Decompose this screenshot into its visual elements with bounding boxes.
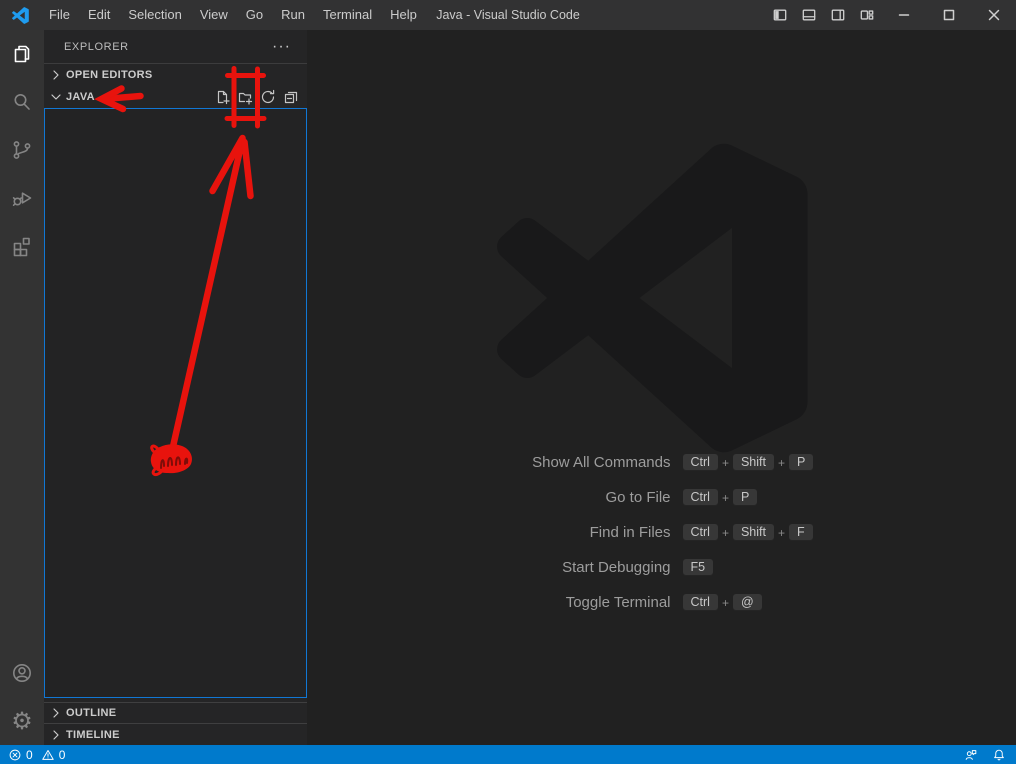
problems-status[interactable]: 0 0 — [8, 748, 65, 762]
status-bar: 0 0 — [0, 745, 1016, 764]
search-icon[interactable] — [0, 78, 44, 126]
close-icon[interactable] — [971, 0, 1016, 30]
key-chip: P — [789, 454, 813, 471]
collapse-folders-icon[interactable] — [283, 89, 299, 105]
titlebar: File Edit Selection View Go Run Terminal… — [0, 0, 1016, 30]
sidebar-title-row: EXPLORER ··· — [44, 30, 307, 63]
shortcut-keys: Ctrl + @ — [683, 594, 923, 611]
new-folder-icon[interactable] — [237, 89, 253, 105]
shortcut-keys: Ctrl + P — [683, 489, 923, 506]
plus-separator: + — [722, 456, 729, 470]
shortcut-row: Show All Commands Ctrl + Shift + P — [307, 452, 1016, 473]
shortcut-row: Find in Files Ctrl + Shift + F — [307, 522, 1016, 543]
section-java[interactable]: JAVA — [44, 86, 307, 108]
activity-bar-bottom: ⚙ — [0, 649, 44, 745]
shortcut-label: Start Debugging — [401, 559, 671, 576]
shortcut-keys: Ctrl + Shift + P — [683, 454, 923, 471]
shortcut-label: Show All Commands — [401, 454, 671, 471]
accounts-icon[interactable] — [0, 649, 44, 697]
source-control-icon[interactable] — [0, 126, 44, 174]
chevron-down-icon — [48, 89, 64, 105]
maximize-icon[interactable] — [926, 0, 971, 30]
shortcut-label: Go to File — [401, 489, 671, 506]
key-chip: P — [733, 489, 757, 506]
window-title: Java - Visual Studio Code — [436, 8, 580, 22]
menu-run[interactable]: Run — [272, 0, 314, 30]
layout-sidebar-left-icon[interactable] — [765, 0, 794, 30]
more-actions-icon[interactable]: ··· — [264, 40, 299, 54]
shortcut-label: Find in Files — [401, 524, 671, 541]
plus-separator: + — [778, 456, 785, 470]
plus-separator: + — [722, 526, 729, 540]
section-timeline-label: TIMELINE — [66, 729, 120, 741]
bell-icon[interactable] — [992, 748, 1006, 762]
key-chip: Shift — [733, 524, 774, 541]
vscode-watermark-logo — [495, 140, 811, 456]
editor-area: Show All Commands Ctrl + Shift + P Go to… — [307, 30, 1016, 745]
section-timeline[interactable]: TIMELINE — [44, 723, 307, 745]
section-outline-label: OUTLINE — [66, 707, 116, 719]
new-file-icon[interactable] — [214, 89, 230, 105]
chevron-right-icon — [48, 727, 64, 743]
key-chip: Ctrl — [683, 524, 718, 541]
plus-separator: + — [722, 491, 729, 505]
feedback-icon[interactable] — [964, 748, 978, 762]
explorer-toolbar — [214, 89, 299, 105]
warning-count: 0 — [59, 748, 66, 762]
sidebar-title: EXPLORER — [64, 41, 129, 53]
plus-separator: + — [722, 596, 729, 610]
key-chip: Ctrl — [683, 454, 718, 471]
key-chip: Ctrl — [683, 489, 718, 506]
key-chip: Shift — [733, 454, 774, 471]
menu-selection[interactable]: Selection — [119, 0, 190, 30]
shortcut-row: Go to File Ctrl + P — [307, 487, 1016, 508]
minimize-icon[interactable] — [881, 0, 926, 30]
key-chip: F5 — [683, 559, 714, 576]
menu-file[interactable]: File — [40, 0, 79, 30]
explorer-tree-empty[interactable] — [44, 108, 307, 698]
vscode-logo — [12, 7, 29, 24]
warnings-icon — [41, 748, 55, 762]
menu-view[interactable]: View — [191, 0, 237, 30]
refresh-icon[interactable] — [260, 89, 276, 105]
layout-panel-icon[interactable] — [794, 0, 823, 30]
shortcut-keys: Ctrl + Shift + F — [683, 524, 923, 541]
window-controls — [765, 0, 1016, 30]
chevron-right-icon — [48, 67, 64, 83]
section-java-label: JAVA — [66, 91, 95, 103]
menu-go[interactable]: Go — [237, 0, 272, 30]
plus-separator: + — [778, 526, 785, 540]
explorer-sidebar: EXPLORER ··· OPEN EDITORS JAVA — [44, 30, 307, 745]
vscode-window: File Edit Selection View Go Run Terminal… — [0, 0, 1016, 764]
errors-icon — [8, 748, 22, 762]
menu-edit[interactable]: Edit — [79, 0, 119, 30]
section-open-editors-label: OPEN EDITORS — [66, 69, 153, 81]
activity-bar: ⚙ — [0, 30, 44, 745]
extensions-icon[interactable] — [0, 222, 44, 270]
shortcut-keys: F5 — [683, 559, 923, 576]
key-chip: Ctrl — [683, 594, 718, 611]
keyboard-shortcut-hints: Show All Commands Ctrl + Shift + P Go to… — [307, 452, 1016, 627]
menu-help[interactable]: Help — [381, 0, 426, 30]
layout-sidebar-right-icon[interactable] — [823, 0, 852, 30]
chevron-right-icon — [48, 705, 64, 721]
explorer-icon[interactable] — [0, 30, 44, 78]
section-outline[interactable]: OUTLINE — [44, 702, 307, 723]
error-count: 0 — [26, 748, 33, 762]
shortcut-label: Toggle Terminal — [401, 594, 671, 611]
key-chip: F — [789, 524, 813, 541]
menu-terminal[interactable]: Terminal — [314, 0, 381, 30]
section-open-editors[interactable]: OPEN EDITORS — [44, 63, 307, 86]
status-bar-right — [964, 748, 1006, 762]
shortcut-row: Start Debugging F5 — [307, 557, 1016, 578]
key-chip: @ — [733, 594, 762, 611]
layout-customize-icon[interactable] — [852, 0, 881, 30]
run-and-debug-icon[interactable] — [0, 174, 44, 222]
shortcut-row: Toggle Terminal Ctrl + @ — [307, 592, 1016, 613]
settings-gear-icon[interactable]: ⚙ — [0, 697, 44, 745]
